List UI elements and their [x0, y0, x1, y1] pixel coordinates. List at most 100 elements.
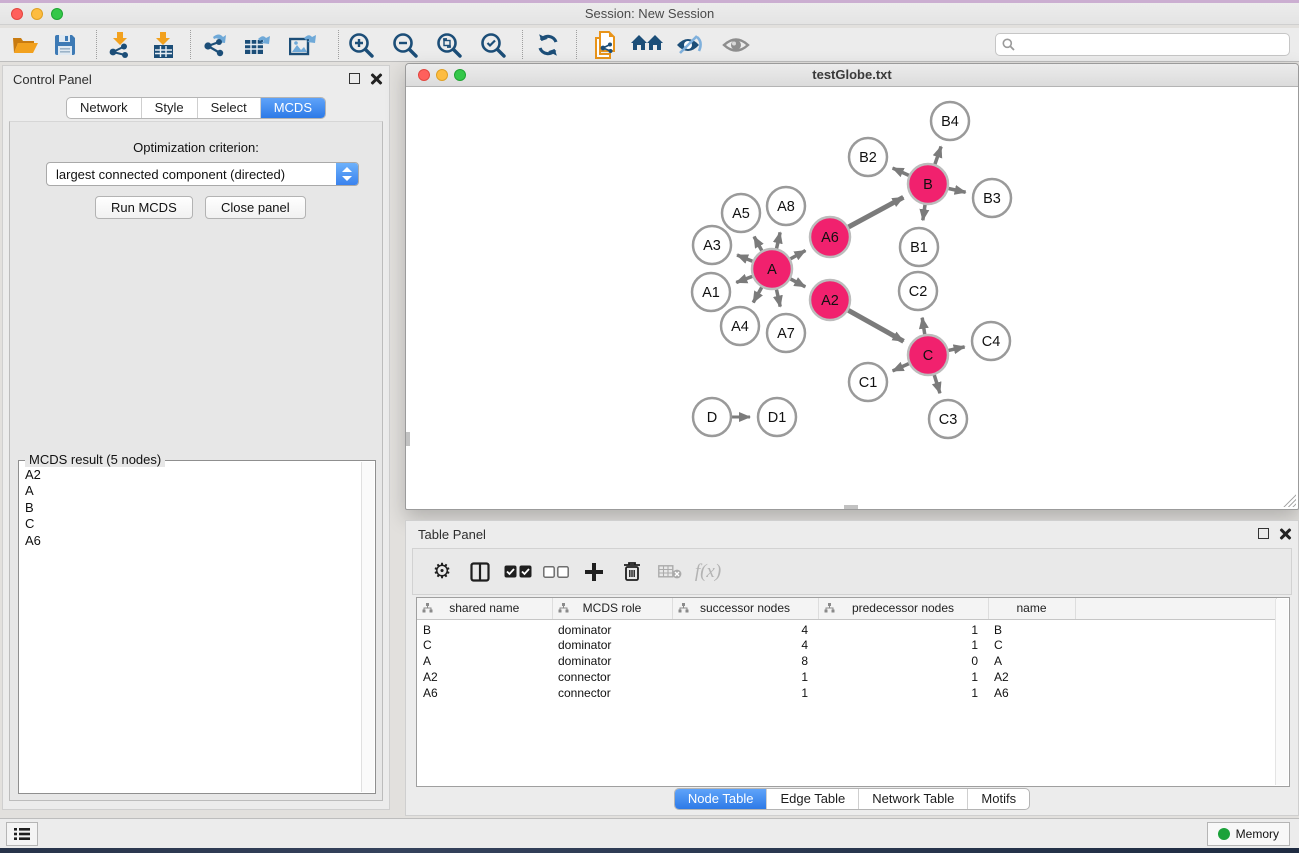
table-row[interactable]: Bdominator41B — [417, 619, 1277, 637]
graph-node-B4[interactable]: B4 — [931, 102, 969, 140]
cell-MCDS-role[interactable]: dominator — [552, 637, 672, 653]
column-header-shared-name[interactable]: shared name — [417, 598, 552, 619]
edge-C-C2[interactable] — [922, 318, 925, 335]
table-row[interactable]: Cdominator41C — [417, 637, 1277, 653]
cell-successor-nodes[interactable]: 4 — [672, 619, 818, 637]
edge-A-A7[interactable] — [776, 290, 780, 307]
table-settings-button[interactable]: ⚙ — [423, 555, 461, 589]
edge-A-A2[interactable] — [791, 279, 806, 287]
cell-successor-nodes[interactable]: 1 — [672, 685, 818, 701]
network-window-titlebar[interactable]: testGlobe.txt — [406, 64, 1298, 87]
optimization-criterion-dropdown[interactable]: largest connected component (directed) — [46, 162, 359, 186]
minimize-window-button[interactable] — [31, 8, 43, 20]
refresh-layout-button[interactable] — [531, 31, 565, 59]
edge-B-B1[interactable] — [923, 205, 925, 220]
result-scrollbar[interactable] — [361, 462, 374, 792]
cell-successor-nodes[interactable]: 4 — [672, 637, 818, 653]
edge-C-C1[interactable] — [893, 364, 909, 371]
cell-name[interactable]: C — [988, 637, 1075, 653]
deselect-all-columns-button[interactable] — [537, 555, 575, 589]
graph-node-A8[interactable]: A8 — [767, 187, 805, 225]
graph-node-A2[interactable]: A2 — [810, 280, 850, 320]
graph-node-A6[interactable]: A6 — [810, 217, 850, 257]
float-panel-icon[interactable] — [349, 73, 360, 84]
table-row[interactable]: A6connector11A6 — [417, 685, 1277, 701]
cell-name[interactable]: B — [988, 619, 1075, 637]
table-close-panel-icon[interactable] — [1279, 528, 1290, 539]
search-input[interactable] — [1019, 38, 1289, 52]
graph-node-D[interactable]: D — [693, 398, 731, 436]
save-session-button[interactable] — [48, 31, 82, 59]
cell-shared-name[interactable]: B — [417, 619, 552, 637]
export-image-button[interactable] — [285, 31, 319, 59]
cell-shared-name[interactable]: C — [417, 637, 552, 653]
network-maximize-button[interactable] — [454, 69, 466, 81]
cell-successor-nodes[interactable]: 1 — [672, 669, 818, 685]
window-resize-grip[interactable] — [1283, 494, 1296, 507]
tab-motifs[interactable]: Motifs — [967, 789, 1029, 809]
graph-node-C[interactable]: C — [908, 335, 948, 375]
graph-node-A4[interactable]: A4 — [721, 307, 759, 345]
cell-name[interactable]: A — [988, 653, 1075, 669]
table-row[interactable]: A2connector11A2 — [417, 669, 1277, 685]
cell-MCDS-role[interactable]: dominator — [552, 619, 672, 637]
tab-style[interactable]: Style — [141, 98, 197, 118]
import-network-button[interactable] — [103, 31, 137, 59]
network-minimize-button[interactable] — [436, 69, 448, 81]
cell-name[interactable]: A6 — [988, 685, 1075, 701]
duplicate-network-button[interactable] — [588, 31, 622, 59]
tab-network-table[interactable]: Network Table — [858, 789, 967, 809]
tab-select[interactable]: Select — [197, 98, 260, 118]
graph-node-A1[interactable]: A1 — [692, 273, 730, 311]
tab-network[interactable]: Network — [67, 98, 141, 118]
cell-MCDS-role[interactable]: connector — [552, 685, 672, 701]
show-panels-button[interactable] — [719, 31, 753, 59]
zoom-out-button[interactable] — [388, 31, 422, 59]
graph-node-B1[interactable]: B1 — [900, 228, 938, 266]
cell-predecessor-nodes[interactable]: 1 — [818, 637, 988, 653]
graph-node-D1[interactable]: D1 — [758, 398, 796, 436]
tab-edge-table[interactable]: Edge Table — [766, 789, 858, 809]
graph-node-B2[interactable]: B2 — [849, 138, 887, 176]
delete-column-button[interactable] — [613, 555, 651, 589]
result-item-A[interactable]: A — [21, 483, 359, 499]
edge-A-A8[interactable] — [777, 232, 781, 248]
zoom-in-button[interactable] — [344, 31, 378, 59]
cell-shared-name[interactable]: A6 — [417, 685, 552, 701]
edge-A-A3[interactable] — [737, 255, 752, 261]
zoom-fit-button[interactable] — [432, 31, 466, 59]
edge-A2-C[interactable] — [848, 310, 903, 341]
edge-A-A5[interactable] — [754, 237, 762, 251]
horizontal-scrollbar-thumb[interactable] — [844, 505, 858, 509]
close-panel-button[interactable]: Close panel — [205, 196, 306, 219]
task-history-button[interactable] — [6, 822, 38, 846]
select-all-columns-button[interactable] — [499, 555, 537, 589]
export-network-button[interactable] — [198, 31, 232, 59]
result-item-C[interactable]: C — [21, 516, 359, 532]
result-item-B[interactable]: B — [21, 500, 359, 516]
cell-name[interactable]: A2 — [988, 669, 1075, 685]
export-table-button[interactable] — [240, 31, 274, 59]
result-item-A6[interactable]: A6 — [21, 533, 359, 549]
home-button[interactable] — [630, 31, 664, 59]
run-mcds-button[interactable]: Run MCDS — [95, 196, 193, 219]
edge-B-B2[interactable] — [893, 168, 909, 175]
vertical-scrollbar-thumb[interactable] — [406, 432, 410, 446]
graph-node-B3[interactable]: B3 — [973, 179, 1011, 217]
maximize-window-button[interactable] — [51, 8, 63, 20]
graph-node-B[interactable]: B — [908, 164, 948, 204]
edge-B-B4[interactable] — [935, 146, 941, 164]
edge-A6-B[interactable] — [848, 197, 903, 227]
edge-B-B3[interactable] — [949, 188, 966, 192]
hide-panels-button[interactable] — [673, 31, 707, 59]
split-column-button[interactable] — [461, 555, 499, 589]
graph-node-A[interactable]: A — [752, 249, 792, 289]
edge-C-C3[interactable] — [934, 375, 940, 393]
delete-table-button[interactable] — [651, 555, 689, 589]
graph-node-C4[interactable]: C4 — [972, 322, 1010, 360]
cell-shared-name[interactable]: A2 — [417, 669, 552, 685]
edge-A-A6[interactable] — [790, 251, 805, 259]
column-header-successor-nodes[interactable]: successor nodes — [672, 598, 818, 619]
column-header-MCDS-role[interactable]: MCDS role — [552, 598, 672, 619]
edge-A-A1[interactable] — [736, 276, 752, 282]
